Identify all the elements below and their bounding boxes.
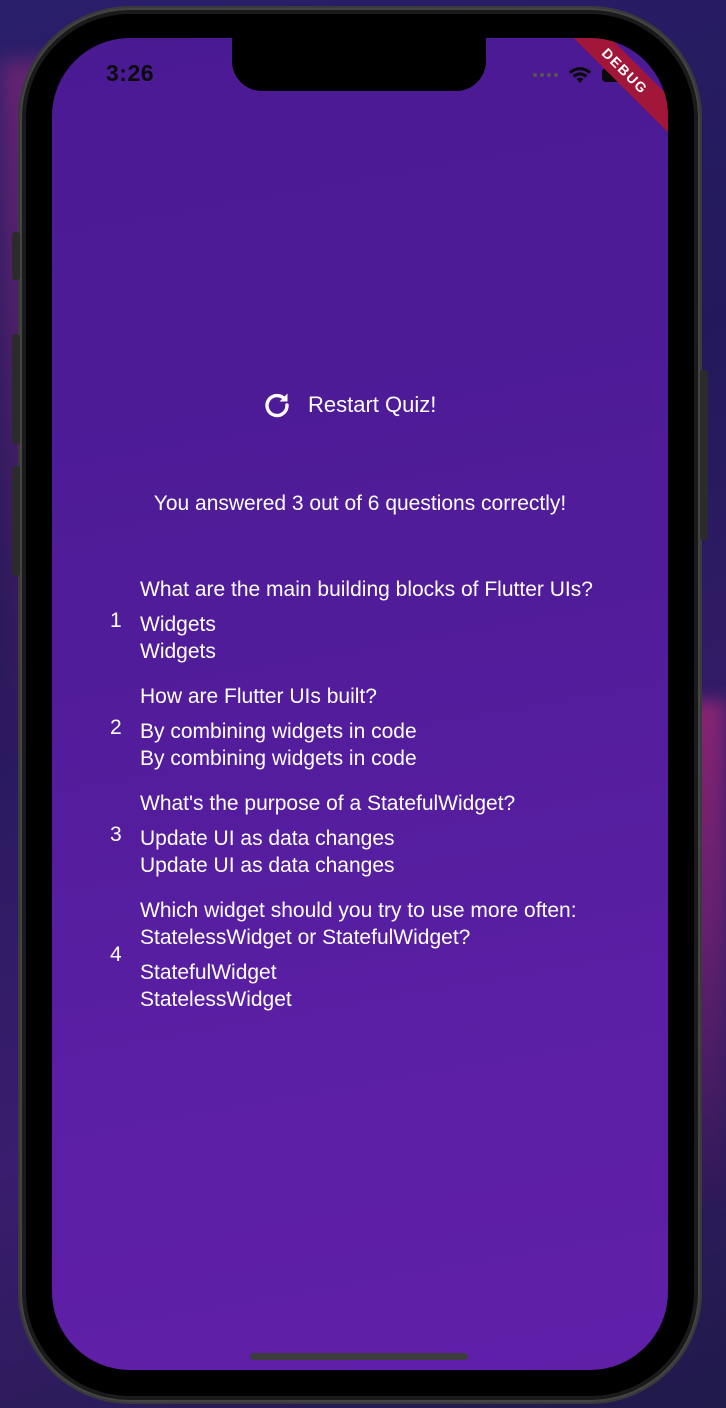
question-text: Which widget should you try to use more … [140, 899, 577, 949]
signal-icon [533, 73, 558, 77]
score-summary: You answered 3 out of 6 questions correc… [153, 492, 567, 515]
volume-down-button [12, 466, 20, 576]
user-answer: StatefulWidget [140, 961, 277, 984]
result-body: What are the main building blocks of Flu… [140, 576, 620, 665]
result-body: What's the purpose of a StatefulWidget? … [140, 790, 620, 879]
result-body: How are Flutter UIs built? By combining … [140, 683, 620, 772]
volume-up-button [12, 334, 20, 444]
question-text: What's the purpose of a StatefulWidget? [140, 792, 516, 815]
mute-switch [12, 232, 20, 280]
question-text: What are the main building blocks of Flu… [140, 578, 593, 601]
restart-quiz-label: Restart Quiz! [308, 392, 437, 417]
user-answer: Widgets [140, 613, 216, 636]
wifi-icon [568, 67, 592, 83]
correct-answer: Update UI as data changes [140, 854, 395, 877]
home-indicator[interactable] [250, 1353, 468, 1360]
result-item-2: 2 How are Flutter UIs built? By combinin… [110, 683, 620, 772]
result-body: Which widget should you try to use more … [140, 897, 620, 1013]
user-answer: By combining widgets in code [140, 720, 417, 743]
question-index: 4 [110, 943, 122, 966]
question-index: 1 [110, 608, 122, 632]
correct-answer: By combining widgets in code [140, 747, 417, 770]
results-list[interactable]: 1 What are the main building blocks of F… [110, 576, 620, 1036]
result-item-4: 4 Which widget should you try to use mor… [110, 897, 620, 1013]
power-button [700, 370, 708, 540]
app-screen: 3:26 DEBUG Restart Quiz! You answered 3 … [52, 38, 668, 1370]
correct-answer: Widgets [140, 640, 216, 663]
question-index: 2 [110, 715, 122, 739]
user-answer: Update UI as data changes [140, 827, 395, 850]
restart-quiz-button[interactable]: Restart Quiz! [262, 390, 436, 420]
result-item-3: 3 What's the purpose of a StatefulWidget… [110, 790, 620, 879]
question-index: 3 [110, 822, 122, 846]
question-text: How are Flutter UIs built? [140, 685, 377, 708]
status-time: 3:26 [106, 60, 155, 86]
refresh-icon [265, 393, 289, 418]
correct-answer: StatelessWidget [140, 988, 292, 1011]
notch [232, 38, 486, 91]
result-item-1: 1 What are the main building blocks of F… [110, 576, 620, 665]
